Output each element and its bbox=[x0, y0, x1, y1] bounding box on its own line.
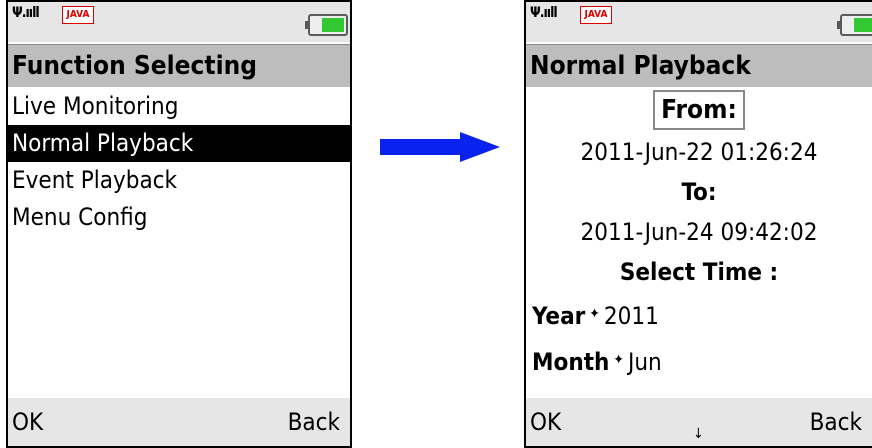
ok-softkey[interactable]: OK bbox=[530, 398, 561, 446]
softkey-bar: OK Back bbox=[8, 398, 350, 446]
from-date: 2011-Jun-22 01:26:24 bbox=[580, 138, 818, 166]
battery-icon bbox=[305, 14, 348, 36]
signal-strength-icon: Ψ.ııll bbox=[12, 5, 40, 21]
spinner-icon: ✦ bbox=[613, 352, 624, 368]
scroll-down-icon: ↓ bbox=[693, 426, 704, 442]
normal-playback-screen: Ψ.ııll JAVA Normal Playback From: 2011-J… bbox=[524, 0, 872, 448]
ok-softkey[interactable]: OK bbox=[12, 398, 43, 446]
screen-title: Function Selecting bbox=[8, 44, 350, 87]
year-value: 2011 bbox=[603, 302, 659, 330]
menu-item-event-playback[interactable]: Event Playback bbox=[8, 162, 350, 199]
signal-strength-icon: Ψ.ııll bbox=[530, 5, 558, 21]
back-softkey[interactable]: Back bbox=[288, 398, 340, 446]
year-label: Year bbox=[532, 302, 586, 330]
screen-title: Normal Playback bbox=[526, 44, 872, 87]
spinner-icon: ✦ bbox=[589, 306, 600, 322]
menu-item-normal-playback[interactable]: Normal Playback bbox=[8, 125, 350, 162]
back-softkey[interactable]: Back bbox=[810, 398, 862, 446]
playback-form: From: 2011-Jun-22 01:26:24 To: 2011-Jun-… bbox=[526, 88, 872, 398]
month-label: Month bbox=[532, 348, 610, 376]
from-label: From: bbox=[653, 90, 745, 130]
function-selecting-screen: Ψ.ııll JAVA Function Selecting Live Moni… bbox=[6, 0, 352, 448]
select-time-label: Select Time : bbox=[619, 258, 779, 286]
java-icon: JAVA bbox=[62, 6, 94, 24]
to-label: To: bbox=[681, 178, 717, 206]
menu-item-menu-config[interactable]: Menu Config bbox=[8, 199, 350, 236]
status-bar: Ψ.ııll JAVA bbox=[8, 2, 350, 42]
year-field[interactable]: Year ✦ 2011 bbox=[526, 292, 872, 338]
softkey-bar: OK ↓ Back bbox=[526, 398, 872, 446]
to-date: 2011-Jun-24 09:42:02 bbox=[580, 218, 818, 246]
arrow-shape bbox=[380, 132, 500, 162]
java-icon: JAVA bbox=[580, 6, 612, 24]
function-menu: Live Monitoring Normal Playback Event Pl… bbox=[8, 88, 350, 236]
status-bar: Ψ.ııll JAVA bbox=[526, 2, 872, 42]
battery-icon bbox=[837, 14, 872, 36]
menu-item-live-monitoring[interactable]: Live Monitoring bbox=[8, 88, 350, 125]
transition-arrow-icon bbox=[380, 132, 500, 162]
month-value: Jun bbox=[627, 348, 662, 376]
month-field[interactable]: Month ✦ Jun bbox=[526, 338, 872, 384]
